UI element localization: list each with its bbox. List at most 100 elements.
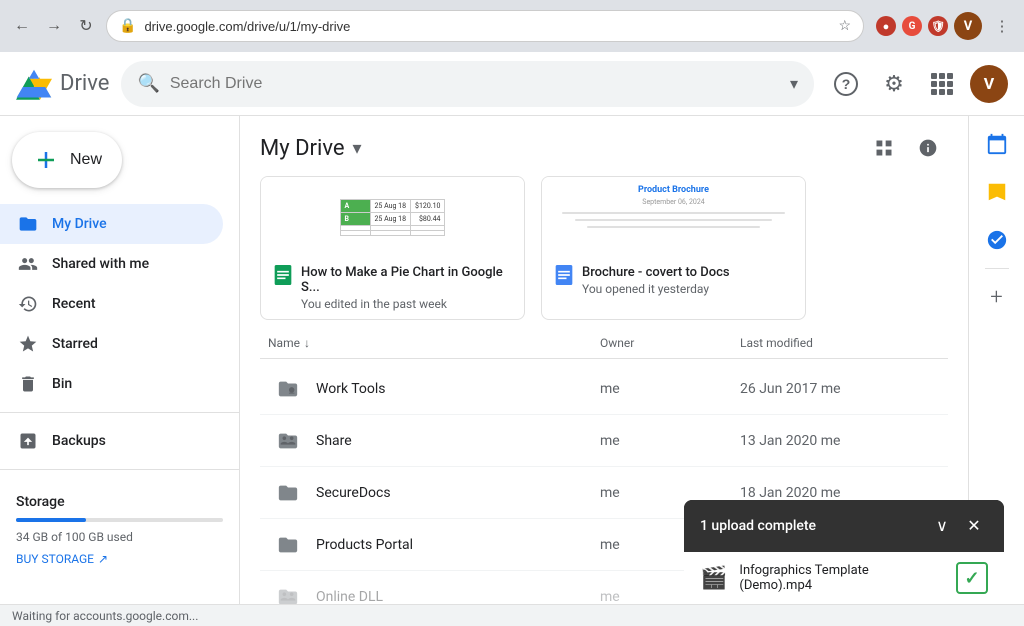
recent-files-section: A25 Aug 18$120.10 B25 Aug 18$80.44 (240, 176, 968, 336)
search-icon: 🔍 (137, 73, 159, 94)
calendar-sidebar-button[interactable] (977, 124, 1017, 164)
toast-status-icon: ✓ (956, 562, 988, 594)
browser-nav-buttons: ← → ↻ (8, 12, 100, 40)
apps-button[interactable] (922, 64, 962, 104)
user-avatar[interactable]: V (970, 65, 1008, 103)
toast-minimize-button[interactable]: ∨ (928, 512, 956, 540)
toast-file-name: Infographics Template (Demo).mp4 (739, 563, 944, 593)
add-sidebar-button[interactable]: + (977, 277, 1017, 317)
tasks-sidebar-button[interactable] (977, 220, 1017, 260)
bin-icon (16, 374, 40, 394)
toast-header: 1 upload complete ∨ ✕ (684, 500, 1004, 552)
my-drive-label: My Drive (52, 216, 107, 232)
back-button[interactable]: ← (8, 12, 36, 40)
sort-icon: ↓ (304, 336, 310, 350)
sidebar-item-bin[interactable]: Bin (0, 364, 223, 404)
extension-multi-icon[interactable]: G (902, 16, 922, 36)
sidebar-item-my-drive[interactable]: My Drive (0, 204, 223, 244)
help-button[interactable]: ? (826, 64, 866, 104)
extension-shield-icon[interactable]: 🛡 (928, 16, 948, 36)
recent-card-sheets[interactable]: A25 Aug 18$120.10 B25 Aug 18$80.44 (260, 176, 525, 320)
col-name-header[interactable]: Name ↓ (268, 336, 600, 350)
settings-button[interactable]: ⚙ (874, 64, 914, 104)
buy-storage-external-icon: ↗ (98, 552, 108, 566)
shared-folder-icon-2 (277, 430, 299, 452)
keep-sidebar-button[interactable] (977, 172, 1017, 212)
drive-dropdown-arrow[interactable]: ▾ (353, 138, 362, 159)
col-modified-header: Last modified (740, 336, 940, 350)
securedocs-icon-cell (268, 482, 308, 504)
status-bar: Waiting for accounts.google.com... (0, 604, 1024, 626)
sidebar-item-shared-with-me[interactable]: Shared with me (0, 244, 223, 284)
status-text: Waiting for accounts.google.com... (12, 609, 198, 623)
sidebar: New My Drive Shared with me (0, 116, 240, 604)
file-row-work-tools[interactable]: Work Tools me 26 Jun 2017 me (260, 363, 948, 415)
sidebar-item-recent[interactable]: Recent (0, 284, 223, 324)
brochure-sub: September 06, 2024 (642, 198, 704, 206)
address-bar[interactable]: 🔒 ☆ (106, 10, 864, 42)
shared-folder-icon-3 (277, 586, 299, 605)
recent-card-thumb-sheets: A25 Aug 18$120.10 B25 Aug 18$80.44 (261, 177, 524, 257)
recent-card-docs[interactable]: Product Brochure September 06, 2024 (541, 176, 806, 320)
reload-button[interactable]: ↻ (72, 12, 100, 40)
securedocs-modified: 18 Jan 2020 me (740, 485, 940, 501)
storage-text: 34 GB of 100 GB used (16, 530, 223, 544)
products-portal-icon-cell (268, 534, 308, 556)
browser-profile-icon[interactable]: V (954, 12, 982, 40)
brochure-preview: Product Brochure September 06, 2024 (542, 177, 805, 257)
right-sidebar-divider (985, 268, 1009, 269)
owner-header-label: Owner (600, 336, 634, 350)
share-name: Share (308, 433, 600, 449)
sidebar-divider (0, 412, 239, 413)
storage-bar (16, 518, 223, 522)
new-plus-icon (32, 146, 60, 174)
backups-label: Backups (52, 433, 106, 449)
buy-storage-link[interactable]: BUY STORAGE ↗ (16, 552, 223, 566)
storage-title: Storage (16, 494, 223, 510)
file-row-share[interactable]: Share me 13 Jan 2020 me (260, 415, 948, 467)
user-avatar-inner: V (970, 65, 1008, 103)
work-tools-modified: 26 Jun 2017 me (740, 381, 940, 397)
storage-section: Storage 34 GB of 100 GB used BUY STORAGE… (0, 478, 239, 574)
search-input[interactable] (170, 75, 780, 93)
grid-view-button[interactable] (864, 128, 904, 168)
share-icon-cell (268, 430, 308, 452)
apps-grid-icon (931, 73, 953, 95)
new-button[interactable]: New (12, 132, 122, 188)
toast-close-button[interactable]: ✕ (960, 512, 988, 540)
toast-title: 1 upload complete (700, 518, 816, 534)
drive-logo[interactable]: Drive (16, 68, 109, 100)
sidebar-item-starred[interactable]: Starred (0, 324, 223, 364)
starred-icon (16, 334, 40, 354)
browser-right-icons: ● G 🛡 V ⋮ (876, 12, 1016, 40)
info-button[interactable] (908, 128, 948, 168)
recent-card-details-sheets: How to Make a Pie Chart in Google S... Y… (301, 265, 512, 311)
online-dll-name: Online DLL (308, 589, 600, 605)
spreadsheet-preview: A25 Aug 18$120.10 B25 Aug 18$80.44 (261, 177, 524, 257)
video-file-icon: 🎬 (700, 566, 727, 591)
modified-header-label: Last modified (740, 336, 813, 350)
lock-icon: 🔒 (119, 18, 136, 34)
browser-chrome: ← → ↻ 🔒 ☆ ● G 🛡 V ⋮ (0, 0, 1024, 52)
search-bar[interactable]: 🔍 ▾ (121, 61, 814, 107)
browser-menu-button[interactable]: ⋮ (988, 12, 1016, 40)
header-view-icons (864, 128, 948, 168)
bookmark-icon[interactable]: ☆ (838, 18, 851, 34)
sheets-file-icon (273, 265, 293, 290)
settings-icon: ⚙ (884, 71, 904, 97)
shared-with-me-label: Shared with me (52, 256, 149, 272)
search-dropdown-icon[interactable]: ▾ (790, 74, 798, 93)
recent-files-grid: A25 Aug 18$120.10 B25 Aug 18$80.44 (260, 176, 948, 320)
extension-red-icon[interactable]: ● (876, 16, 896, 36)
url-input[interactable] (144, 19, 830, 34)
help-icon: ? (834, 72, 858, 96)
sidebar-item-backups[interactable]: Backups (0, 421, 223, 461)
my-drive-icon (16, 214, 40, 234)
recent-card-date-sheets: You edited in the past week (301, 297, 512, 311)
forward-button[interactable]: → (40, 12, 68, 40)
sidebar-divider-2 (0, 469, 239, 470)
recent-card-name-docs: Brochure - covert to Docs (582, 265, 793, 280)
recent-label: Recent (52, 296, 96, 312)
brochure-title: Product Brochure (638, 185, 709, 195)
recent-card-date-docs: You opened it yesterday (582, 282, 793, 296)
